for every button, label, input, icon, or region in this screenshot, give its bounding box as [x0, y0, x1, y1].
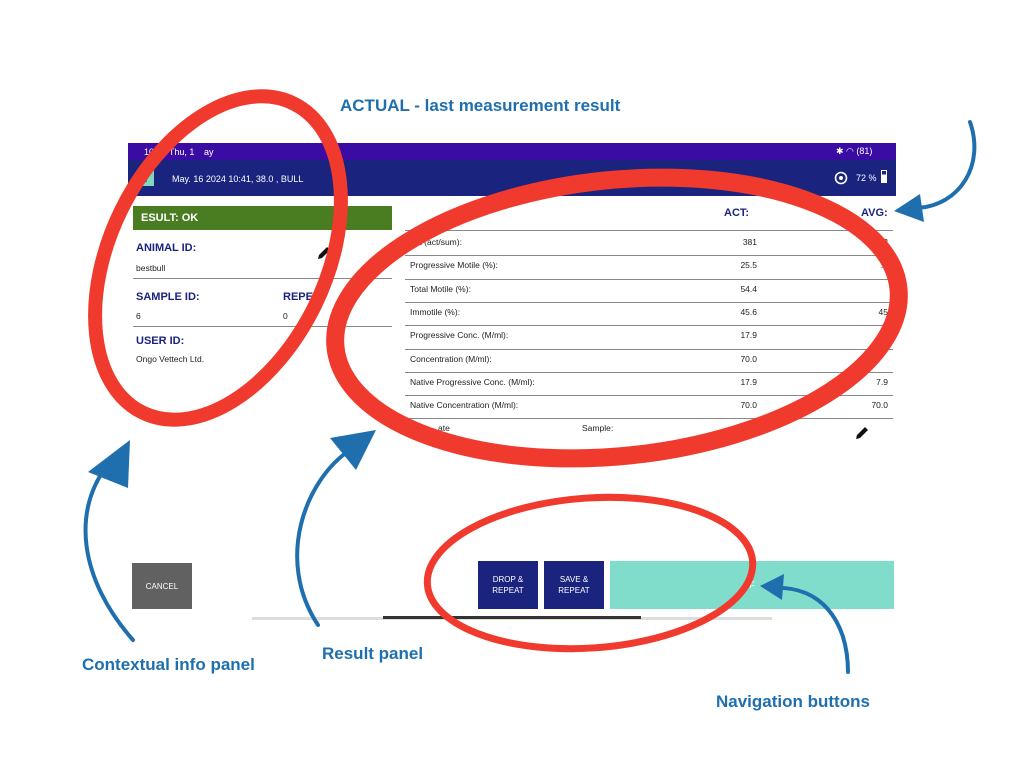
- header-text: May. 16 2024 10:41, 38.0 , BULL: [172, 174, 304, 184]
- result-row-label: unt (act/sum):: [410, 237, 462, 247]
- drop-repeat-label-1: DROP &: [492, 575, 524, 584]
- annotation-top-title: ACTUAL - last measurement result: [340, 96, 621, 115]
- result-status-bar: ESULT: OK: [133, 206, 392, 230]
- status-time-suffix: ay: [204, 147, 214, 157]
- divider: [405, 230, 893, 231]
- result-row-act: 70.0: [740, 400, 757, 411]
- status-icons: ✱ ◠ (81): [836, 146, 873, 156]
- user-id-label: USER ID:: [136, 335, 185, 347]
- row-divider: [405, 325, 893, 327]
- result-row-act: 17.9: [740, 376, 757, 387]
- blue-arrow-contextual: [83, 460, 135, 642]
- battery-icon: [881, 170, 887, 183]
- annotation-navigation-buttons: Navigation buttons: [716, 692, 870, 711]
- animal-id-label: ANIMAL ID:: [136, 242, 197, 254]
- status-bar: 10:41 Thu, 1 ay ✱ ◠ (81): [128, 143, 896, 160]
- user-id-value: Ongo Vettech Ltd.: [136, 354, 205, 364]
- result-row-avg: 7.9: [876, 376, 888, 387]
- drop-repeat-button[interactable]: DROP & REPEAT: [478, 561, 538, 609]
- result-row-label: Progressive Motile (%):: [410, 260, 498, 271]
- divider: [133, 278, 392, 279]
- sample-label: Sample:: [582, 423, 614, 433]
- battery-percent: 72 %: [856, 173, 877, 183]
- row-divider: [405, 348, 893, 350]
- edit-icon[interactable]: [316, 245, 332, 261]
- drop-repeat-label-2: REPEAT: [492, 586, 524, 595]
- result-row-avg: 70.0: [871, 400, 888, 411]
- row-divider: [405, 395, 893, 397]
- blue-arrowhead: [88, 440, 130, 488]
- repeat-label: REPE :: [283, 291, 320, 303]
- save-repeat-label-1: SAVE &: [559, 575, 589, 584]
- app-screenshot: 10:41 Thu, 1 ay ✱ ◠ (81) ? May. 16 2024 …: [128, 143, 896, 623]
- result-row-act: 70.0: [740, 353, 757, 364]
- dilute-label: ate: [438, 423, 450, 433]
- repeat-value: 0: [283, 311, 288, 321]
- result-row-avg: 382: [873, 237, 888, 247]
- animal-id-value: bestbull: [136, 263, 166, 273]
- divider: [133, 326, 392, 327]
- diluent-label: Diluent:: [600, 447, 629, 457]
- row-divider: [405, 371, 893, 373]
- help-icon[interactable]: ?: [138, 169, 154, 186]
- row-divider: [405, 418, 893, 420]
- result-row-avg: 45: [878, 306, 888, 317]
- result-row-act: 17.9: [740, 330, 757, 341]
- column-act-header: ACT:: [724, 207, 750, 219]
- next-button[interactable]: F: [610, 561, 894, 609]
- save-repeat-button[interactable]: SAVE & REPEAT: [544, 561, 604, 609]
- annotation-contextual-info-panel: Contextual info panel: [82, 655, 255, 674]
- app-bar: ? May. 16 2024 10:41, 38.0 , BULL 72 %: [128, 160, 896, 196]
- row-divider: [405, 301, 893, 303]
- result-row-label: Progressive Conc. (M/ml):: [410, 330, 509, 341]
- blue-arrow-top-right: [916, 120, 977, 210]
- result-row-label: Native Progressive Conc. (M/ml):: [410, 376, 535, 387]
- result-row-label: Immotile (%):: [410, 306, 461, 317]
- row-divider: [405, 278, 893, 280]
- edit-icon[interactable]: [854, 425, 870, 441]
- settings-icon[interactable]: [834, 171, 848, 185]
- page-indicator-active: [383, 616, 641, 619]
- status-time: 10:41 Thu, 1: [144, 147, 195, 157]
- result-row-label: Total Motile (%):: [410, 283, 471, 294]
- result-row-avg: .5: [880, 260, 888, 271]
- result-row-label: Native Concentration (M/ml):: [410, 400, 519, 411]
- save-repeat-label-2: REPEAT: [558, 586, 590, 595]
- cancel-button[interactable]: CANCEL: [132, 563, 192, 609]
- result-row-label: Concentration (M/ml):: [410, 353, 492, 364]
- result-row-act: 45.6: [740, 306, 757, 317]
- result-row-act: 54.4: [740, 283, 757, 294]
- blue-arrowhead: [894, 194, 924, 222]
- result-row-avg: 1: [883, 330, 888, 341]
- column-avg-header: AVG:: [861, 207, 888, 219]
- annotation-result-panel: Result panel: [322, 644, 424, 663]
- result-row-act: 25.5: [740, 260, 757, 271]
- sample-id-value: 6: [136, 311, 141, 321]
- row-divider: [405, 255, 893, 257]
- result-row-act: 381: [742, 237, 757, 247]
- sample-id-label: SAMPLE ID:: [136, 291, 200, 303]
